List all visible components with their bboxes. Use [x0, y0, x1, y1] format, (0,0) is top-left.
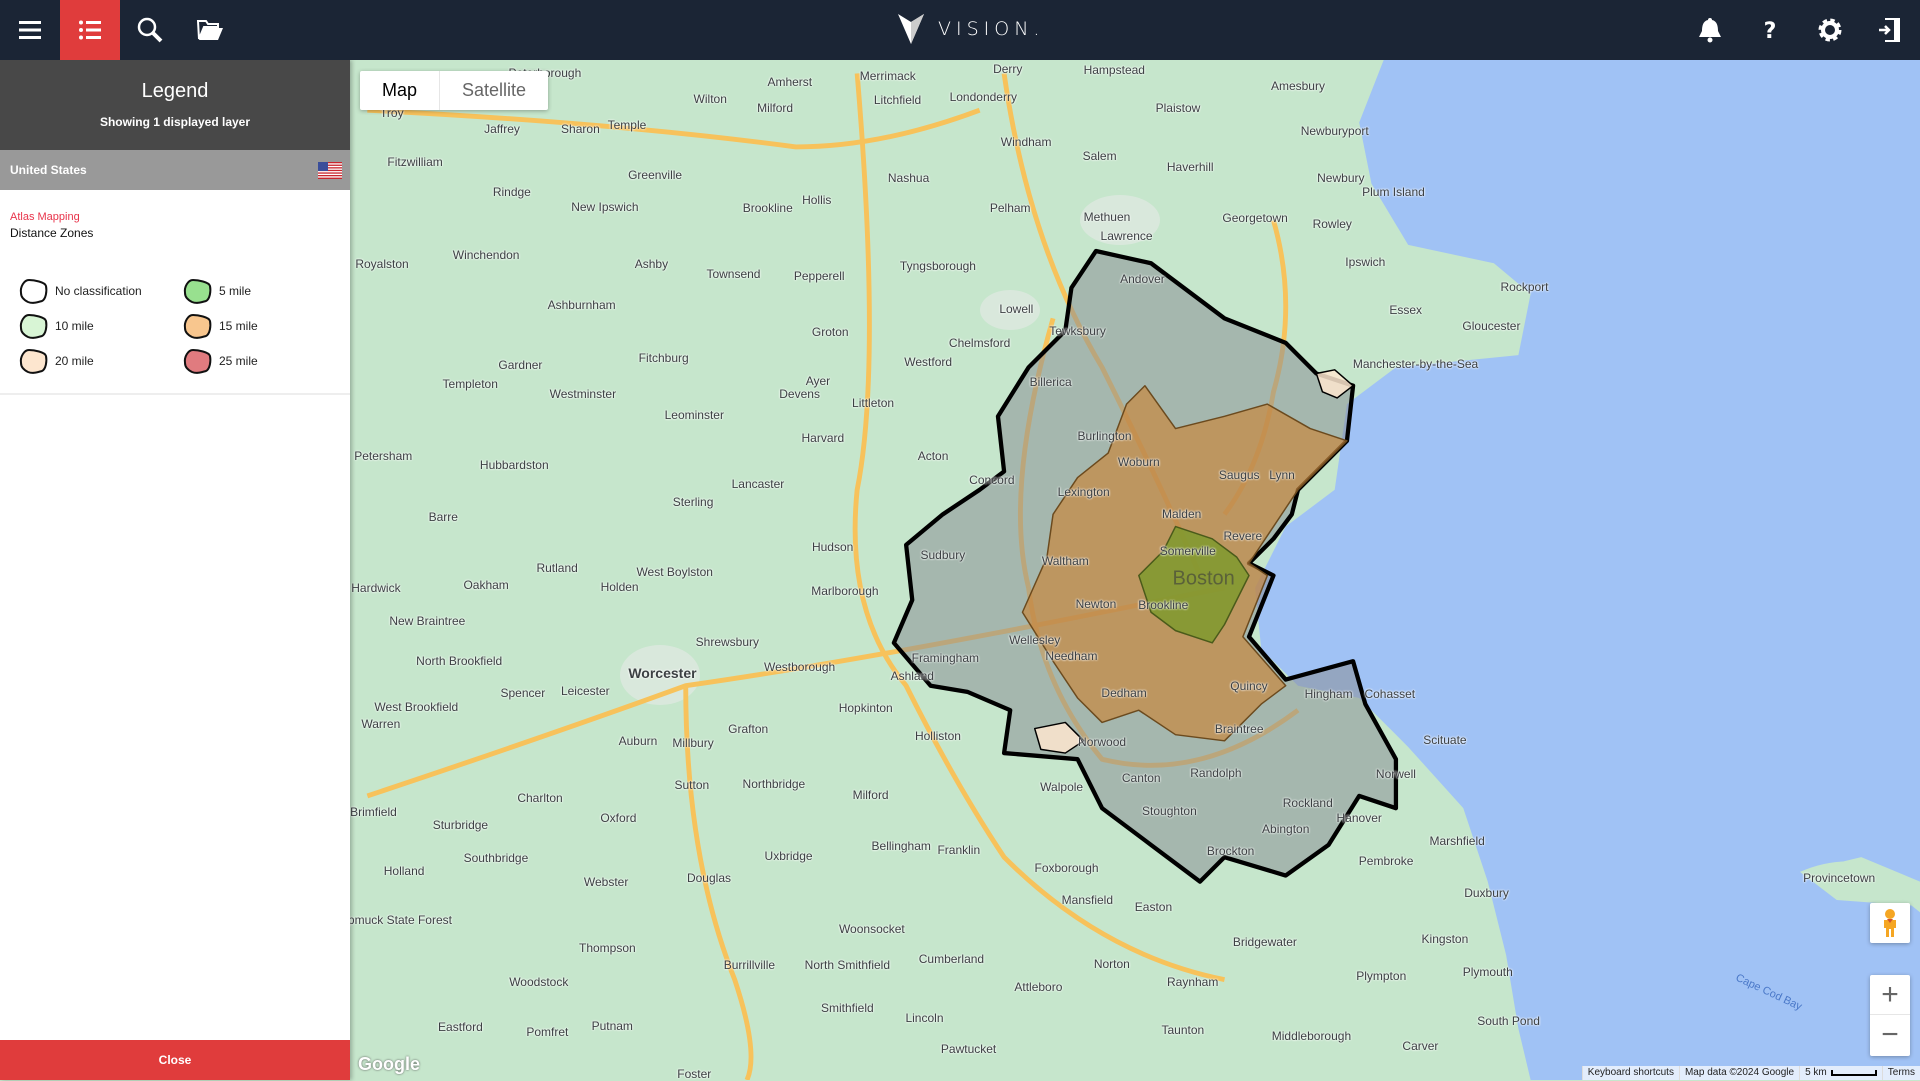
open-folder-button[interactable]	[180, 0, 240, 60]
folder-open-icon	[196, 20, 223, 40]
zoom-control: + −	[1870, 975, 1910, 1056]
keyboard-shortcuts-link[interactable]: Keyboard shortcuts	[1581, 1066, 1679, 1080]
top-bar: VISION. ?	[0, 0, 1920, 60]
search-icon	[137, 17, 163, 43]
legend-subtitle: Showing 1 displayed layer	[99, 115, 251, 129]
help-button[interactable]: ?	[1740, 0, 1800, 60]
scale-label: 5 km	[1805, 1067, 1827, 1078]
search-button[interactable]	[120, 0, 180, 60]
legend-item: No classification	[18, 277, 142, 305]
notifications-button[interactable]	[1680, 0, 1740, 60]
legend-panel: Legend Showing 1 displayed layer United …	[0, 60, 350, 1080]
us-flag-icon	[318, 161, 342, 179]
country-name: United States	[10, 163, 87, 177]
gear-icon	[1818, 18, 1842, 42]
zone-swatch-icon	[183, 313, 212, 339]
app-logo: VISION.	[898, 14, 1044, 44]
menu-icon	[19, 21, 41, 39]
legend-item-label: 20 mile	[55, 354, 94, 368]
legend-item-label: 5 mile	[219, 284, 252, 298]
scale-bar[interactable]: 5 km	[1799, 1066, 1882, 1080]
svg-text:?: ?	[1764, 19, 1777, 44]
legend-item: 25 mile	[182, 347, 258, 375]
legend-item: 15 mile	[182, 312, 258, 340]
list-icon	[79, 20, 101, 40]
legend-item: 10 mile	[18, 312, 94, 340]
legend-item: 5 mile	[182, 277, 251, 305]
street-view-button[interactable]	[1870, 903, 1910, 943]
layer-name: Distance Zones	[10, 226, 94, 240]
legend-item-label: No classification	[55, 284, 142, 298]
legend-header: Legend Showing 1 displayed layer	[0, 60, 350, 150]
zone-swatch-icon	[19, 313, 48, 339]
legend-item-label: 15 mile	[219, 319, 258, 333]
legend-title: Legend	[141, 80, 209, 102]
zoom-out-button[interactable]: −	[1870, 1015, 1910, 1055]
close-button[interactable]: Close	[0, 1040, 350, 1080]
app-name: VISION.	[938, 18, 1045, 40]
pegman-icon	[1884, 909, 1896, 937]
map-attribution: Keyboard shortcuts Map data ©2024 Google…	[1581, 1066, 1920, 1080]
help-icon: ?	[1764, 19, 1777, 44]
vision-logo-icon	[898, 14, 924, 44]
map-type-map-button[interactable]: Map	[360, 71, 441, 110]
logout-button[interactable]	[1860, 0, 1920, 60]
layer-source: Atlas Mapping	[10, 211, 80, 223]
legend-button[interactable]	[60, 0, 120, 60]
zone-swatch-icon	[19, 278, 48, 304]
zone-swatch-icon	[19, 348, 48, 374]
zoom-in-button[interactable]: +	[1870, 975, 1910, 1015]
zone-swatch-icon	[183, 278, 212, 304]
zone-swatch-icon	[183, 348, 212, 374]
logout-icon	[1879, 18, 1900, 42]
legend-item: 20 mile	[18, 347, 94, 375]
map-data-credit: Map data ©2024 Google	[1678, 1066, 1800, 1080]
country-row[interactable]: United States	[0, 150, 350, 190]
bell-icon	[1699, 18, 1721, 43]
legend-item-label: 10 mile	[55, 319, 94, 333]
menu-button[interactable]	[0, 0, 60, 60]
divider	[0, 393, 350, 395]
settings-button[interactable]	[1800, 0, 1860, 60]
terms-link[interactable]: Terms	[1881, 1066, 1920, 1080]
map-type-satellite-button[interactable]: Satellite	[440, 71, 548, 110]
scale-line	[1830, 1070, 1877, 1076]
legend-item-label: 25 mile	[219, 354, 258, 368]
map-type-control: Map Satellite	[360, 71, 549, 110]
google-logo[interactable]: Google	[358, 1054, 420, 1075]
